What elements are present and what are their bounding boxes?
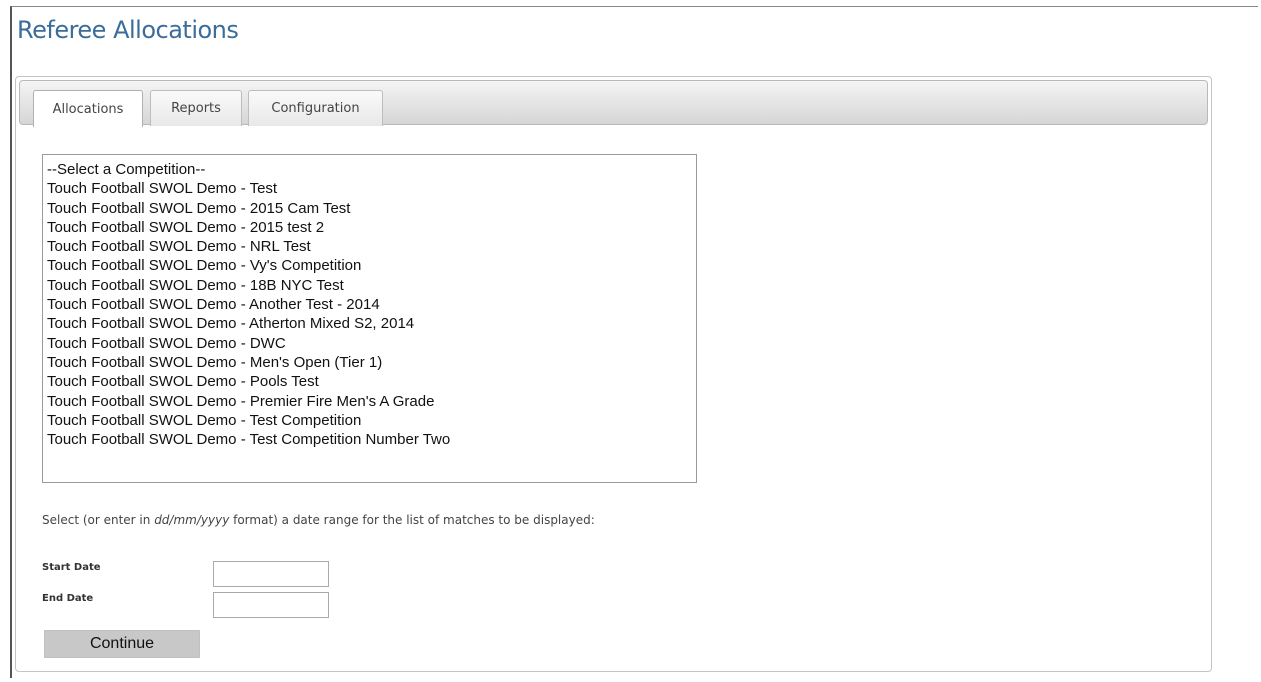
competition-option[interactable]: Touch Football SWOL Demo - NRL Test (47, 237, 696, 256)
tab-label: Allocations (52, 101, 124, 117)
page-title: Referee Allocations (17, 16, 239, 44)
start-date-input[interactable] (213, 561, 329, 587)
competition-option[interactable]: Touch Football SWOL Demo - DWC (47, 334, 696, 353)
competition-option[interactable]: Touch Football SWOL Demo - Test Competit… (47, 411, 696, 430)
date-range-instructions: Select (or enter in dd/mm/yyyy format) a… (42, 513, 595, 527)
competition-option[interactable]: --Select a Competition-- (47, 160, 696, 179)
start-date-label: Start Date (42, 562, 101, 573)
continue-label: Continue (89, 635, 155, 652)
competition-option[interactable]: Touch Football SWOL Demo - Test (47, 179, 696, 198)
tab-reports[interactable]: Reports (150, 90, 242, 126)
instruction-suffix: format) a date range for the list of mat… (229, 513, 595, 527)
competition-option[interactable]: Touch Football SWOL Demo - Premier Fire … (47, 392, 696, 411)
tab-label: Configuration (271, 101, 360, 116)
competition-option[interactable]: Touch Football SWOL Demo - 18B NYC Test (47, 276, 696, 295)
date-format-hint: dd/mm/yyyy (154, 513, 230, 527)
competition-option[interactable]: Touch Football SWOL Demo - Atherton Mixe… (47, 314, 696, 333)
continue-button[interactable]: Continue (44, 630, 200, 658)
competition-select-list[interactable]: --Select a Competition-- Touch Football … (42, 154, 697, 483)
instruction-prefix: Select (or enter in (42, 513, 155, 527)
end-date-label: End Date (42, 593, 94, 604)
end-date-input[interactable] (213, 592, 329, 618)
tab-panel: Allocations Reports Configuration --Sele… (15, 76, 1212, 672)
competition-option[interactable]: Touch Football SWOL Demo - Men's Open (T… (47, 353, 696, 372)
competition-option[interactable]: Touch Football SWOL Demo - Vy's Competit… (47, 256, 696, 275)
competition-option[interactable]: Touch Football SWOL Demo - 2015 test 2 (47, 218, 696, 237)
competition-option[interactable]: Touch Football SWOL Demo - Another Test … (47, 295, 696, 314)
tab-configuration[interactable]: Configuration (248, 90, 383, 126)
tab-bar: Allocations Reports Configuration (19, 80, 1208, 127)
tab-allocations[interactable]: Allocations (33, 90, 143, 127)
tab-label: Reports (171, 101, 221, 116)
competition-option[interactable]: Touch Football SWOL Demo - Pools Test (47, 372, 696, 391)
competition-option[interactable]: Touch Football SWOL Demo - Test Competit… (47, 430, 696, 449)
competition-option[interactable]: Touch Football SWOL Demo - 2015 Cam Test (47, 199, 696, 218)
